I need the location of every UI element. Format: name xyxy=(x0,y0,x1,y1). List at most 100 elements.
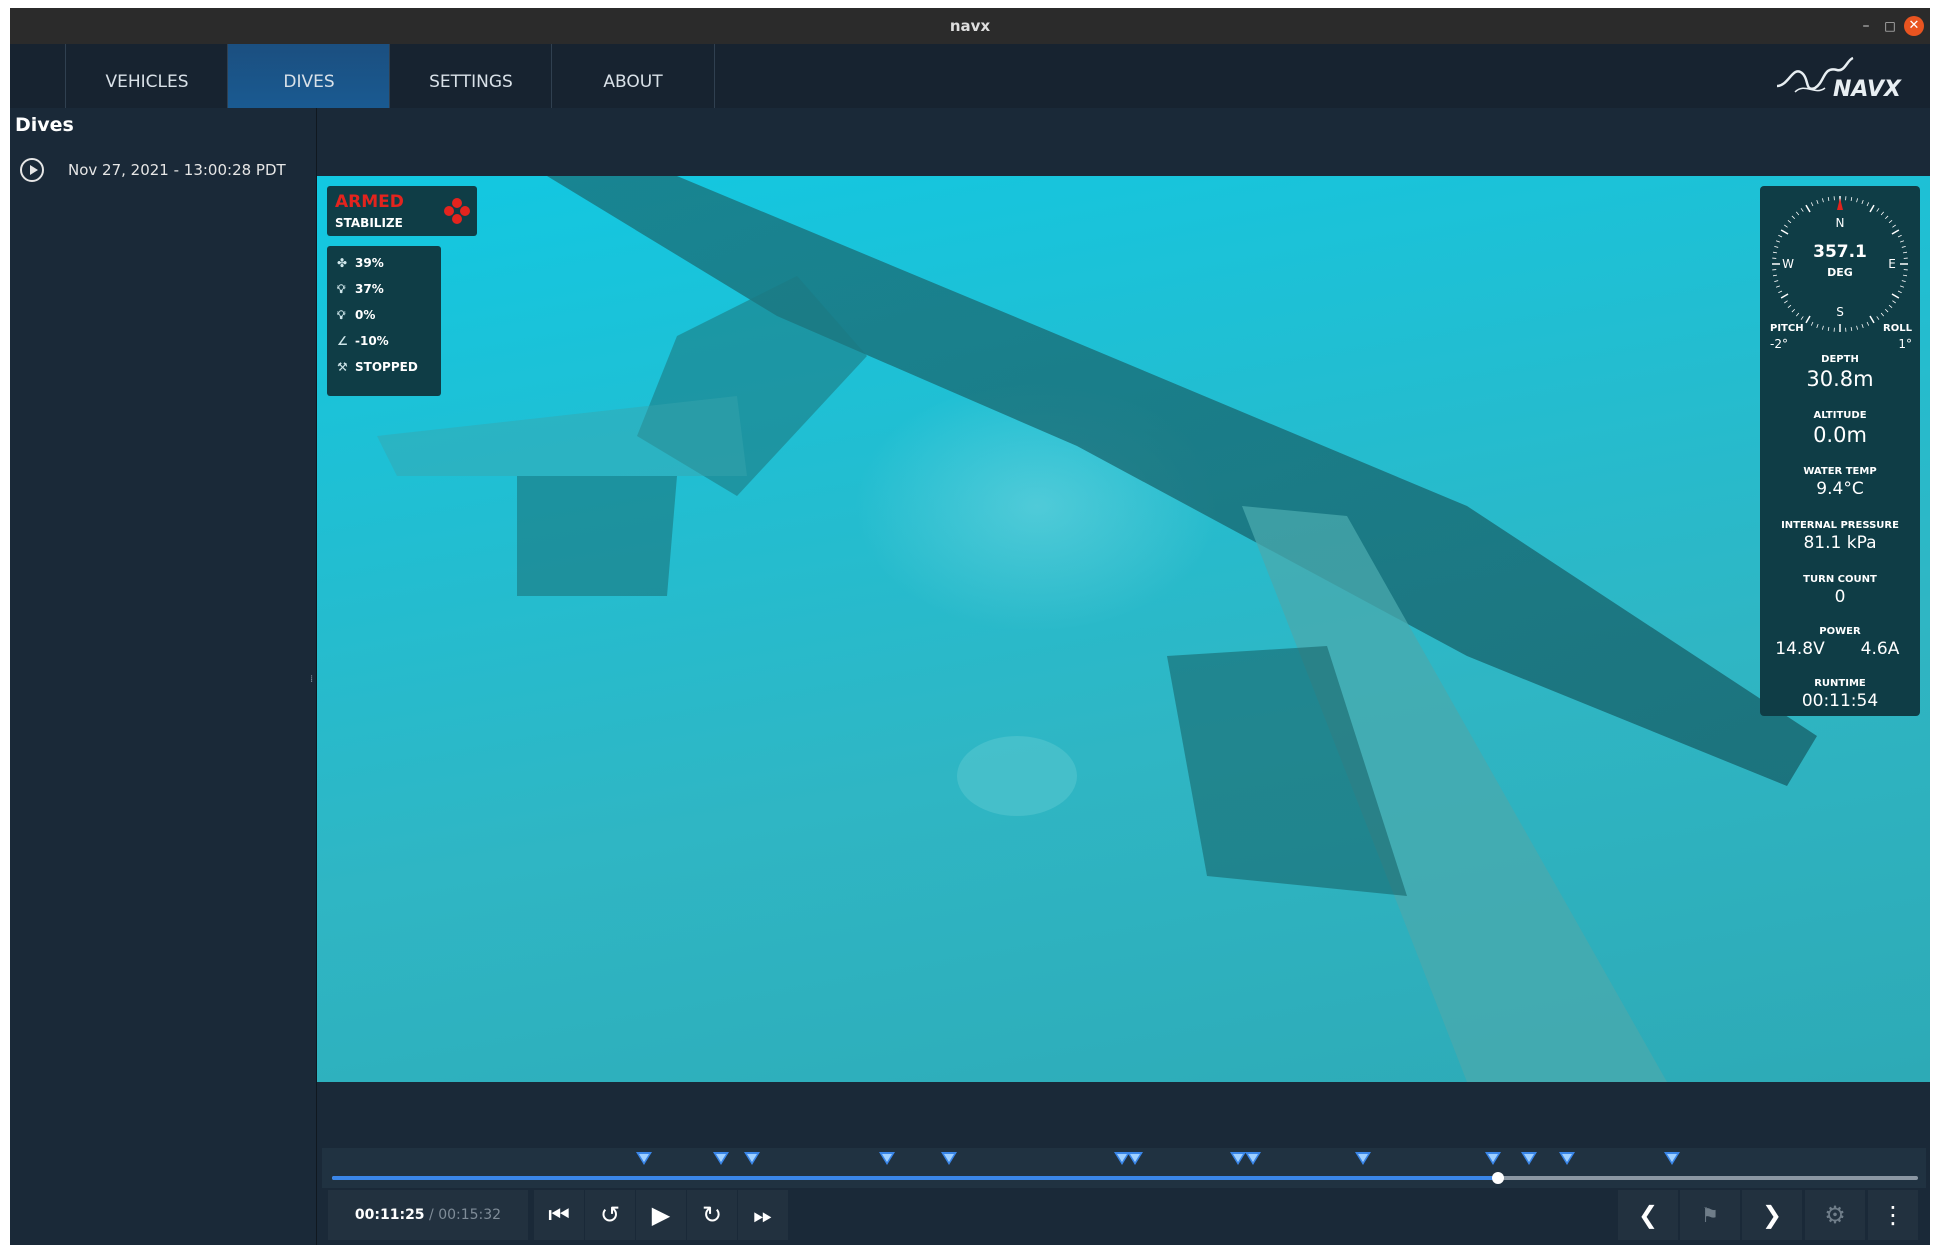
event-marker[interactable] xyxy=(1484,1152,1501,1165)
seek-handle[interactable] xyxy=(1491,1172,1504,1184)
chevron-right-icon: ❯ xyxy=(1761,1201,1783,1229)
roll-label: ROLL xyxy=(1883,323,1912,334)
water-temp-label: WATER TEMP xyxy=(1803,466,1877,477)
event-marker[interactable] xyxy=(1354,1152,1371,1165)
window-title: navx xyxy=(949,17,991,35)
dive-list-item[interactable]: Nov 27, 2021 - 13:00:28 PDT xyxy=(20,158,310,188)
seek-track[interactable] xyxy=(332,1172,1918,1184)
next-marker-button[interactable]: ❯ xyxy=(1742,1190,1802,1240)
telemetry-light-1: 💡︎ 37% xyxy=(337,279,384,299)
tab-dives[interactable]: DIVES xyxy=(227,44,390,108)
event-marker[interactable] xyxy=(1229,1152,1246,1165)
timeline-bar[interactable] xyxy=(322,1148,1926,1188)
pitch-value: -2° xyxy=(1770,337,1788,351)
event-marker[interactable] xyxy=(1126,1152,1143,1165)
splitter-handle-icon[interactable]: ⁞ xyxy=(310,674,313,685)
altitude-label: ALTITUDE xyxy=(1813,410,1867,421)
fan-icon: ✤ xyxy=(337,256,348,270)
telemetry-panel: ✤ 39% 💡︎ 37% 💡︎ 0% ∠ -10% ⚒ STOPPED xyxy=(327,246,441,396)
telemetry-camera-tilt: ∠ -10% xyxy=(337,331,389,351)
total-time: 00:15:32 xyxy=(438,1207,502,1223)
heading-unit: DEG xyxy=(1827,266,1853,279)
telemetry-light-2: 💡︎ 0% xyxy=(337,305,375,325)
previous-marker-button[interactable]: ❮ xyxy=(1618,1190,1678,1240)
heading-value: 357.1 xyxy=(1813,242,1867,262)
turn-count-value: 0 xyxy=(1834,587,1846,607)
event-marker[interactable] xyxy=(712,1152,729,1165)
compass-dial: N S E W xyxy=(1772,196,1908,332)
telemetry-claw: ⚒ STOPPED xyxy=(337,357,418,377)
depth-label: DEPTH xyxy=(1821,354,1859,365)
title-bar: navx – □ ✕ xyxy=(10,8,1930,44)
forward-5-button[interactable]: ↻ xyxy=(687,1190,737,1240)
more-vertical-icon: ⋮ xyxy=(1881,1201,1905,1229)
current-time: 00:11:25 xyxy=(354,1207,425,1223)
light-icon: 💡︎ xyxy=(337,282,346,296)
sidebar-title: Dives xyxy=(15,114,74,136)
event-marker[interactable] xyxy=(879,1152,896,1165)
event-marker[interactable] xyxy=(636,1152,653,1165)
event-marker[interactable] xyxy=(1559,1152,1576,1165)
flag-icon: ⚑ xyxy=(1701,1203,1719,1227)
armed-label: ARMED xyxy=(335,192,404,212)
event-marker[interactable] xyxy=(940,1152,957,1165)
navx-logo: NAVX xyxy=(1776,56,1902,102)
altitude-value: 0.0m xyxy=(1813,423,1867,447)
compass-south: S xyxy=(1836,305,1844,319)
turn-count-label: TURN COUNT xyxy=(1803,574,1877,585)
event-marker[interactable] xyxy=(1664,1152,1681,1165)
play-icon: ▶︎ xyxy=(651,1201,671,1229)
power-voltage: 14.8V xyxy=(1775,639,1825,659)
wreck-scene xyxy=(377,176,1817,1082)
power-current: 4.6A xyxy=(1860,639,1900,659)
time-display: 00:11:25 / 00:15:32 xyxy=(328,1190,528,1240)
minimize-button[interactable]: – xyxy=(1856,16,1876,36)
play-button[interactable]: ▶︎ xyxy=(636,1190,686,1240)
seek-progress xyxy=(332,1176,1498,1180)
fast-forward-icon: ⏩︎ xyxy=(753,1201,773,1229)
rewind-5-button[interactable]: ↺ xyxy=(585,1190,635,1240)
tab-vehicles[interactable]: VEHICLES xyxy=(65,44,228,108)
time-separator: / xyxy=(429,1207,434,1223)
tilt-icon: ∠ xyxy=(337,334,348,348)
power-label: POWER xyxy=(1819,626,1861,637)
roll-value: 1° xyxy=(1898,337,1912,351)
maximize-button[interactable]: □ xyxy=(1880,16,1900,36)
tab-settings[interactable]: SETTINGS xyxy=(389,44,552,108)
runtime-value: 00:11:54 xyxy=(1801,691,1879,711)
forward-5-icon: ↻ xyxy=(701,1201,723,1229)
app-window: navx – □ ✕ VEHICLES DIVES SETTINGS ABOUT… xyxy=(10,8,1930,1245)
chevron-left-icon: ❮ xyxy=(1637,1201,1659,1229)
event-marker[interactable] xyxy=(744,1152,761,1165)
sidebar: Dives Nov 27, 2021 - 13:00:28 PDT xyxy=(10,108,317,1245)
skip-start-icon: ⏮︎ xyxy=(548,1201,570,1229)
close-button[interactable]: ✕ xyxy=(1904,16,1924,36)
pitch-label: PITCH xyxy=(1770,323,1804,334)
event-marker[interactable] xyxy=(1521,1152,1538,1165)
event-marker[interactable] xyxy=(1245,1152,1262,1165)
light-icon: 💡︎ xyxy=(337,308,346,322)
flight-mode-label: STABILIZE xyxy=(335,216,403,230)
fast-forward-button[interactable]: ⏩︎ xyxy=(738,1190,788,1240)
telemetry-thrust: ✤ 39% xyxy=(337,253,384,273)
settings-button[interactable]: ⚙ xyxy=(1805,1190,1865,1240)
add-marker-button[interactable]: ⚑ xyxy=(1680,1190,1740,1240)
internal-pressure-label: INTERNAL PRESSURE xyxy=(1781,520,1899,531)
claw-icon: ⚒ xyxy=(337,360,348,374)
replay-5-icon: ↺ xyxy=(599,1201,621,1229)
depth-value: 30.8m xyxy=(1806,367,1874,391)
video-frame: ARMED STABILIZE ✤ 39% 💡︎ 37% 💡︎ 0% ∠ -10% ⚒ S… xyxy=(317,176,1930,1082)
playback-controls: 00:11:25 / 00:15:32 ⏮︎ ↺ ▶︎ ↻ ⏩︎ ❮ ⚑ ❯ ⚙… xyxy=(322,1190,1926,1245)
water-temp-value: 9.4°C xyxy=(1816,479,1864,499)
arming-status: ARMED STABILIZE xyxy=(327,186,477,236)
top-nav: VEHICLES DIVES SETTINGS ABOUT xyxy=(10,44,1930,108)
skip-to-start-button[interactable]: ⏮︎ xyxy=(534,1190,584,1240)
gear-icon: ⚙ xyxy=(1824,1201,1846,1229)
runtime-label: RUNTIME xyxy=(1814,678,1866,689)
play-circle-icon[interactable] xyxy=(20,158,44,182)
logo-text: NAVX xyxy=(1833,77,1902,102)
more-options-button[interactable]: ⋮ xyxy=(1868,1190,1918,1240)
dive-item-label: Nov 27, 2021 - 13:00:28 PDT xyxy=(68,161,286,179)
instrument-panel: N S E W 357.1 DEG PITCH -2° ROLL 1° DEPT… xyxy=(1760,186,1920,716)
tab-about[interactable]: ABOUT xyxy=(551,44,715,108)
